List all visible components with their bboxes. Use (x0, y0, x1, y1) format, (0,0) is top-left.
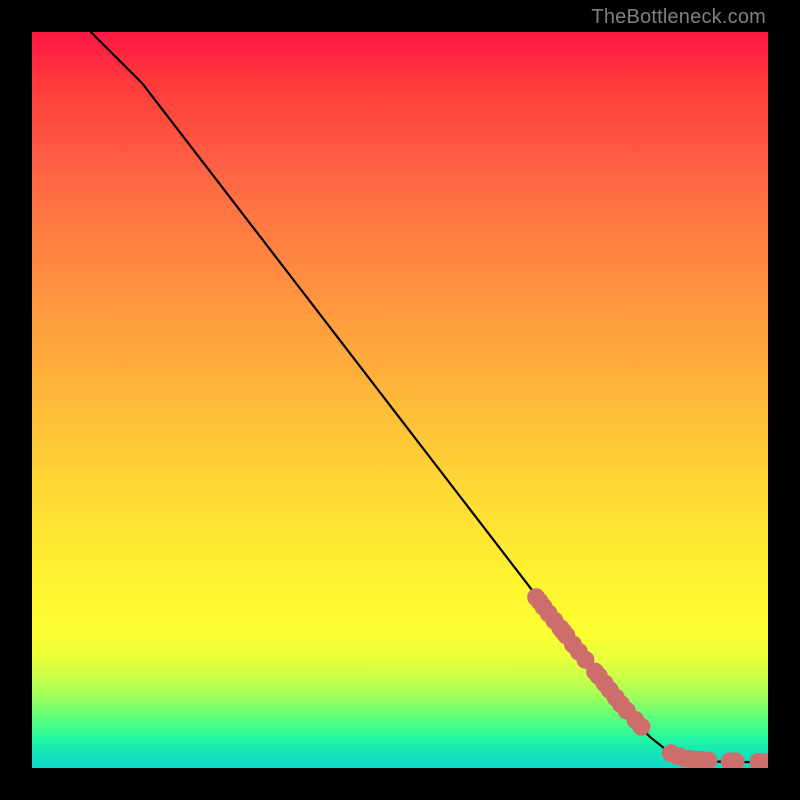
curve-layer (32, 32, 768, 768)
frame-left (0, 0, 32, 800)
frame-right (768, 0, 800, 800)
bottleneck-chart: TheBottleneck.com (0, 0, 800, 800)
bottleneck-curve-path (91, 32, 768, 762)
sample-point (632, 718, 650, 736)
plot-area (32, 32, 768, 768)
frame-bottom (0, 768, 800, 800)
watermark-text: TheBottleneck.com (591, 6, 766, 29)
